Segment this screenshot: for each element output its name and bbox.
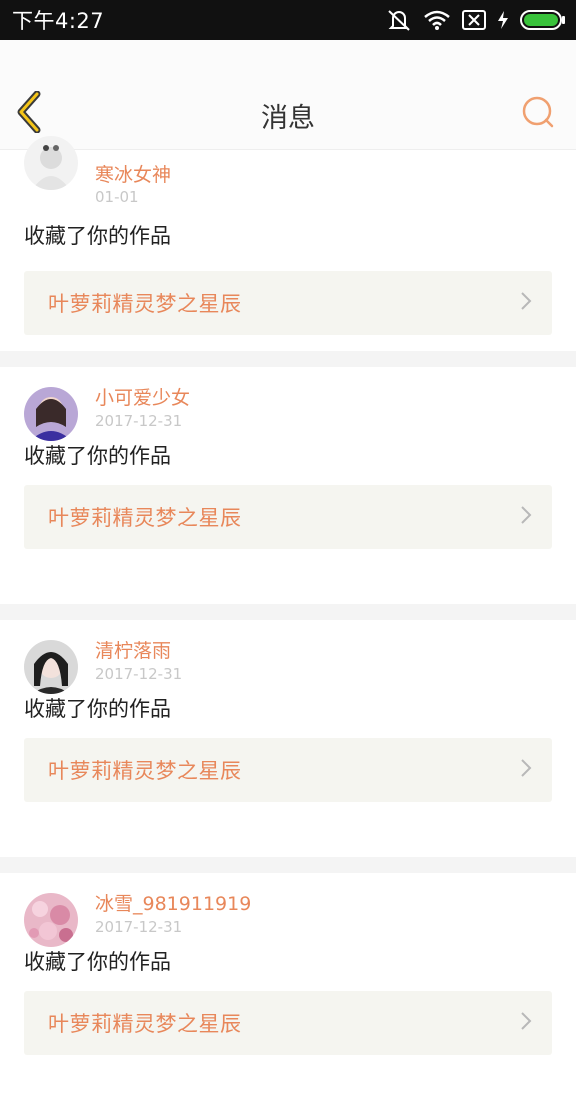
divider: [0, 604, 576, 620]
app-header: 消息: [0, 40, 576, 150]
work-title: 叶萝莉精灵梦之星辰: [48, 1012, 242, 1036]
message-date: 2017-12-31: [95, 918, 183, 936]
battery-icon: [520, 10, 566, 30]
work-title: 叶萝莉精灵梦之星辰: [48, 759, 242, 783]
action-text: 收藏了你的作品: [24, 224, 171, 248]
chevron-right-icon: [520, 1011, 532, 1035]
status-bar: 下午4:27: [0, 0, 576, 40]
work-link[interactable]: 叶萝莉精灵梦之星辰: [24, 271, 552, 335]
work-link[interactable]: 叶萝莉精灵梦之星辰: [24, 485, 552, 549]
work-link[interactable]: 叶萝莉精灵梦之星辰: [24, 991, 552, 1055]
chevron-right-icon: [520, 758, 532, 782]
username[interactable]: 小可爱少女: [95, 383, 190, 410]
avatar[interactable]: [24, 387, 78, 441]
avatar[interactable]: [24, 893, 78, 947]
username[interactable]: 冰雪_981911919: [95, 889, 251, 916]
work-link[interactable]: 叶萝莉精灵梦之星辰: [24, 738, 552, 802]
search-icon: [521, 95, 555, 133]
avatar[interactable]: [24, 640, 78, 694]
search-button[interactable]: [520, 96, 556, 132]
message-card: 小可爱少女 2017-12-31 收藏了你的作品 叶萝莉精灵梦之星辰: [0, 367, 576, 604]
chevron-right-icon: [520, 505, 532, 529]
message-date: 2017-12-31: [95, 412, 183, 430]
message-card: 冰雪_981911919 2017-12-31 收藏了你的作品 叶萝莉精灵梦之星…: [0, 873, 576, 1110]
message-card: 寒冰女神 01-01 收藏了你的作品 叶萝莉精灵梦之星辰: [0, 136, 576, 351]
chevron-right-icon: [520, 291, 532, 315]
action-text: 收藏了你的作品: [24, 444, 171, 468]
divider: [0, 351, 576, 367]
page-title: 消息: [261, 103, 315, 134]
work-title: 叶萝莉精灵梦之星辰: [48, 292, 242, 316]
work-title: 叶萝莉精灵梦之星辰: [48, 506, 242, 530]
wifi-icon: [424, 10, 450, 30]
divider: [0, 857, 576, 873]
message-date: 2017-12-31: [95, 665, 183, 683]
charging-icon: [498, 11, 508, 29]
username[interactable]: 寒冰女神: [95, 160, 171, 187]
mute-icon: [386, 8, 412, 32]
avatar[interactable]: [24, 136, 78, 190]
action-text: 收藏了你的作品: [24, 950, 171, 974]
username[interactable]: 清柠落雨: [95, 636, 171, 663]
message-list: 寒冰女神 01-01 收藏了你的作品 叶萝莉精灵梦之星辰 小可爱少女 2017-…: [0, 136, 576, 1110]
message-date: 01-01: [95, 188, 139, 206]
action-text: 收藏了你的作品: [24, 697, 171, 721]
no-sim-icon: [462, 10, 486, 30]
status-icons: [386, 8, 566, 32]
status-time: 下午4:27: [12, 9, 105, 33]
message-card: 清柠落雨 2017-12-31 收藏了你的作品 叶萝莉精灵梦之星辰: [0, 620, 576, 857]
